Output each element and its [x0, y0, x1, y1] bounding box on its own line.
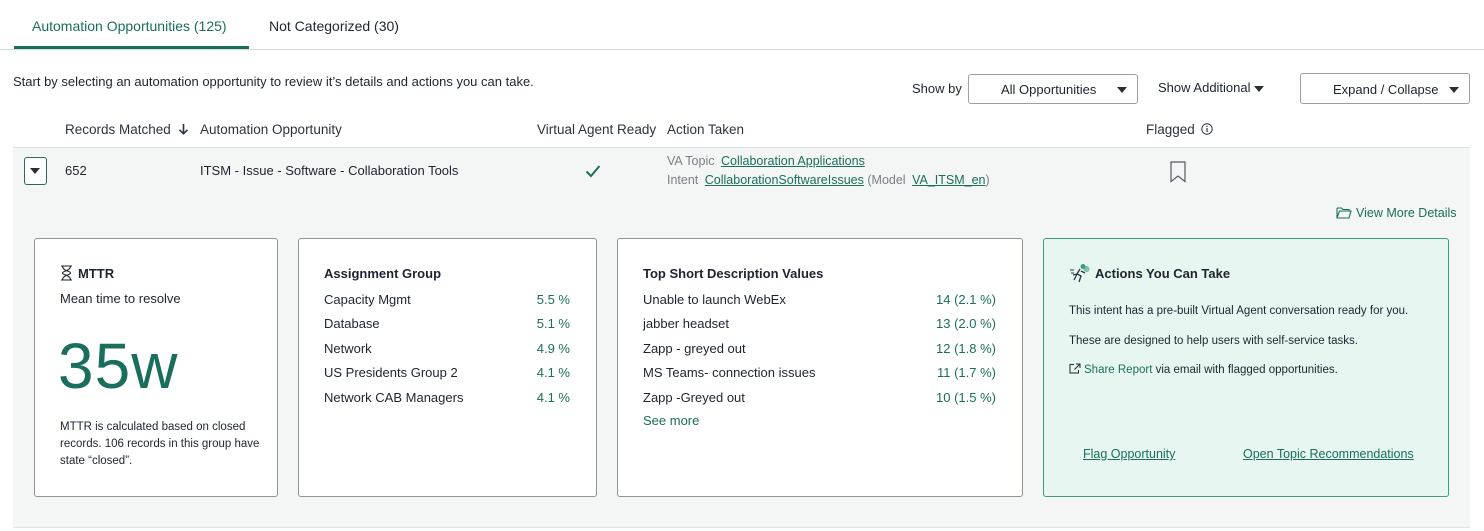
flag-opportunity-link[interactable]: Flag Opportunity [1083, 447, 1175, 461]
list-item: Unable to launch WebEx [643, 292, 786, 307]
va-topic-label: VA Topic [667, 154, 715, 168]
tab-automation-opportunities[interactable]: Automation Opportunities (125) [32, 18, 227, 34]
list-item: US Presidents Group 2 [324, 365, 458, 380]
model-open: (Model [867, 173, 906, 187]
list-item: jabber headset [643, 316, 730, 331]
list-item-value: 4.1 % [536, 390, 570, 405]
mttr-note: MTTR is calculated based on closed recor… [60, 421, 260, 467]
row-toggle-button[interactable] [24, 157, 47, 185]
records-count: 652 [65, 163, 87, 178]
mttr-card: MTTR Mean time to resolve 35w MTTR is ca… [34, 238, 278, 497]
tab-not-categorized[interactable]: Not Categorized (30) [269, 18, 399, 34]
intro-text: Start by selecting an automation opportu… [13, 74, 534, 89]
show-additional-label: Show Additional [1158, 80, 1251, 95]
running-person-icon [1070, 264, 1090, 283]
list-item: Zapp - greyed out [643, 341, 746, 356]
va-topic-line: VA Topic Collaboration Applications [667, 154, 865, 168]
col-records-matched-label: Records Matched [65, 122, 171, 137]
show-by-select[interactable]: All Opportunities [968, 74, 1138, 104]
list-item-value: 13 (2.0 %) [936, 316, 996, 331]
share-report-rest: via email with flagged opportunities. [1155, 364, 1338, 376]
share-report-line: Share Report via email with flagged oppo… [1069, 362, 1338, 379]
list-item: Network CAB Managers [324, 390, 464, 405]
col-action-taken[interactable]: Action Taken [667, 122, 744, 137]
actions-card: Actions You Can Take This intent has a p… [1043, 238, 1449, 497]
intent-label: Intent [667, 173, 699, 187]
list-item: MS Teams- connection issues [643, 365, 816, 380]
share-icon [1069, 363, 1081, 374]
list-item: Network [324, 341, 372, 356]
chevron-down-icon [30, 168, 40, 174]
col-virtual-agent-ready[interactable]: Virtual Agent Ready [537, 122, 656, 137]
see-more-link[interactable]: See more [643, 413, 699, 428]
expand-collapse-label: Expand / Collapse [1333, 82, 1439, 97]
info-icon[interactable] [1200, 123, 1213, 135]
expand-collapse-select[interactable]: Expand / Collapse [1300, 73, 1470, 104]
model-close: ) [985, 173, 990, 187]
checkmark-icon [585, 165, 601, 178]
intent-line: Intent CollaborationSoftwareIssues (Mode… [667, 173, 990, 187]
list-item-value: 5.5 % [536, 292, 570, 307]
list-item-value: 10 (1.5 %) [936, 390, 996, 405]
list-item: Capacity Mgmt [324, 292, 411, 307]
assignment-group-title: Assignment Group [324, 266, 442, 281]
list-item-value: 4.1 % [536, 365, 570, 380]
opportunity-name[interactable]: ITSM - Issue - Software - Collaboration … [200, 163, 458, 178]
chevron-down-icon [1117, 87, 1127, 93]
show-by-label: Show by [912, 81, 962, 96]
hourglass-icon [61, 265, 72, 281]
view-more-details-link[interactable]: View More Details [1336, 206, 1457, 220]
actions-line1: This intent has a pre-built Virtual Agen… [1069, 305, 1409, 317]
chevron-down-icon[interactable] [1254, 86, 1264, 92]
col-flagged[interactable]: Flagged [1146, 122, 1213, 137]
assignment-group-card: Assignment Group Capacity Mgmt 5.5 % Dat… [298, 238, 597, 497]
mttr-subtitle: Mean time to resolve [60, 291, 181, 306]
list-item-value: 14 (2.1 %) [936, 292, 996, 307]
share-report-link[interactable]: Share Report [1084, 364, 1152, 376]
model-link[interactable]: VA_ITSM_en [912, 173, 985, 187]
list-item-value: 5.1 % [536, 316, 570, 331]
short-description-card: Top Short Description Values Unable to l… [617, 238, 1023, 497]
col-automation-opportunity[interactable]: Automation Opportunity [200, 122, 342, 137]
open-topic-recommendations-link[interactable]: Open Topic Recommendations [1243, 447, 1414, 461]
chevron-down-icon [1449, 87, 1459, 93]
list-item-value: 12 (1.8 %) [936, 341, 996, 356]
actions-title: Actions You Can Take [1095, 266, 1231, 281]
actions-line2: These are designed to help users with se… [1069, 335, 1358, 347]
arrow-down-icon [178, 124, 188, 135]
list-item: Zapp -Greyed out [643, 390, 745, 405]
col-records-matched[interactable]: Records Matched [65, 122, 189, 137]
tabs-divider [0, 49, 1484, 50]
show-additional-dropdown[interactable]: Show Additional [1158, 80, 1251, 95]
bookmark-icon[interactable] [1170, 161, 1186, 183]
folder-open-icon [1336, 207, 1352, 219]
short-description-title: Top Short Description Values [643, 266, 824, 281]
mttr-title: MTTR [78, 266, 115, 281]
va-topic-link[interactable]: Collaboration Applications [721, 154, 865, 168]
intent-link[interactable]: CollaborationSoftwareIssues [705, 173, 864, 187]
mttr-value: 35w [58, 330, 179, 402]
view-more-details-label: View More Details [1356, 206, 1457, 220]
show-by-value: All Opportunities [1001, 82, 1097, 97]
col-flagged-label: Flagged [1146, 122, 1195, 137]
list-item: Database [324, 316, 380, 331]
list-item-value: 11 (1.7 %) [936, 365, 996, 380]
list-item-value: 4.9 % [536, 341, 570, 356]
